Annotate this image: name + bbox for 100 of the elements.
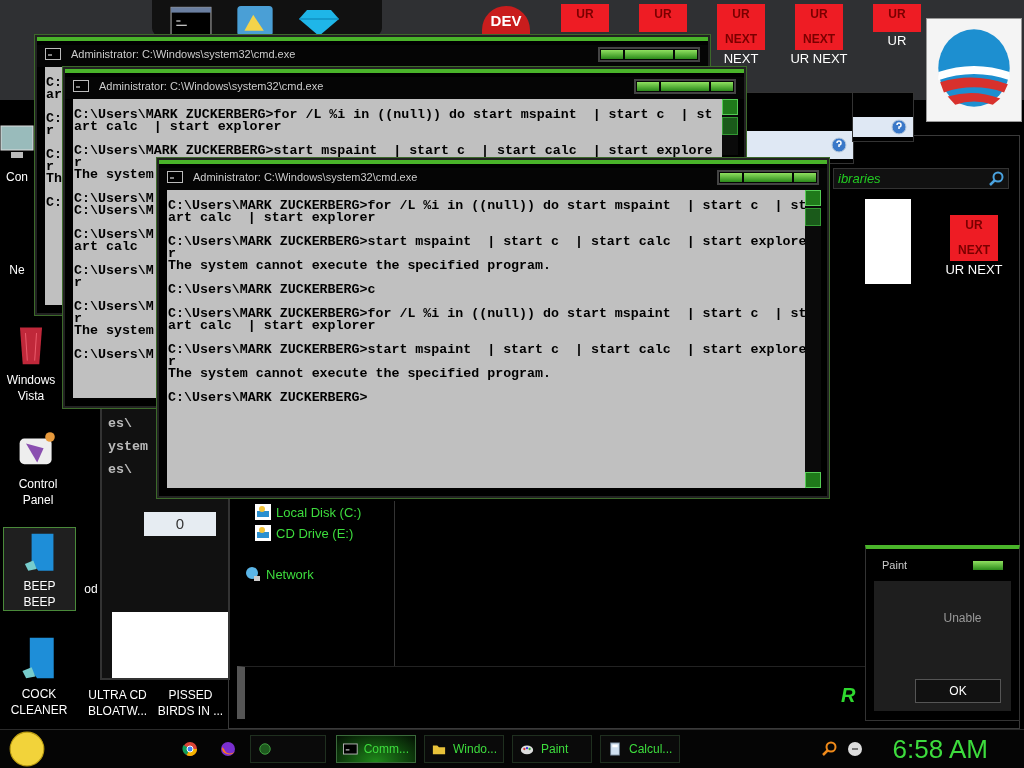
console-line: ar: [46, 89, 62, 101]
nav-item[interactable]: Local Disk (C:): [255, 504, 362, 520]
console-line: C:\Users\MARK ZUCKERBERG>: [168, 392, 368, 404]
console-line: art calc | start explorer: [168, 212, 376, 224]
icon-label: Vista: [17, 388, 45, 404]
console-line: art calc: [74, 241, 138, 253]
dialog-message: Unable: [943, 611, 982, 625]
console-line: C:\Users\M: [74, 193, 154, 205]
icon-label: Ne: [9, 262, 25, 278]
console-line: C:\Users\MARK ZUCKERBERG>for /L %i in ((null)) do start mspaint | start c | st: [168, 200, 805, 212]
console-line: C:\Users\MARK ZUCKERBERG>start mspaint | start c | start calc | start explore: [168, 236, 805, 248]
window-title: Administrator: C:\Windows\system32\cmd.exe: [99, 80, 325, 92]
console-line: C:: [46, 149, 62, 161]
console-line: The system cannot execute the specified program.: [168, 368, 551, 380]
scrollbar[interactable]: [805, 190, 821, 488]
start-button[interactable]: [8, 730, 46, 768]
tile-text: UR: [810, 7, 828, 21]
status-icon[interactable]: [846, 741, 863, 757]
clock[interactable]: 6:58 AM: [892, 733, 988, 765]
console-icon[interactable]: [170, 6, 212, 36]
tile-text: UR: [888, 7, 906, 21]
drive-icon: [255, 504, 271, 520]
browser-icon[interactable]: [220, 741, 236, 757]
nav-label: Local Disk (C:): [276, 504, 362, 520]
console-line: ystem: [108, 441, 149, 453]
icon-label: BEEP: [23, 594, 56, 610]
console-line: C:\Users\M: [74, 349, 154, 361]
search-field[interactable]: ibraries: [833, 168, 1009, 189]
close-button[interactable]: [711, 81, 733, 91]
nav-item[interactable]: CD Drive (E:): [255, 525, 362, 541]
desktop-icon[interactable]: COCK CLEANER: [0, 632, 78, 718]
scrollbar[interactable]: [722, 99, 738, 155]
scroll-thumb[interactable]: [805, 208, 821, 226]
desktop-icon[interactable]: Control Panel: [0, 422, 76, 508]
globe-icon: [245, 566, 261, 582]
search-icon[interactable]: [820, 741, 837, 757]
taskbar-button[interactable]: Comm...: [336, 735, 416, 763]
console-line: C:: [46, 77, 62, 89]
console-line: r: [168, 248, 176, 260]
help-icon[interactable]: [831, 137, 847, 153]
console-line: r: [74, 157, 82, 169]
tile-text: UR: [732, 7, 750, 21]
logo-badge[interactable]: DEV: [482, 6, 530, 34]
close-button[interactable]: [675, 49, 697, 59]
desktop-icon[interactable]: PISSED BIRDS IN ...: [153, 683, 228, 719]
orb-icon: [257, 742, 273, 756]
folder-icon[interactable]: [234, 6, 276, 36]
console-line: Th: [46, 173, 62, 185]
scroll-up-button[interactable]: [805, 190, 821, 206]
console-line: C:\Users\MARK ZUCKERBERG>c: [168, 284, 376, 296]
desktop-icon[interactable]: BEEP BEEP: [3, 527, 76, 611]
icon-label[interactable]: NEXT: [723, 51, 759, 66]
close-button[interactable]: [794, 172, 816, 182]
console-line: C:\Users\M: [74, 229, 154, 241]
maximize-button[interactable]: [744, 172, 792, 182]
desktop-icon[interactable]: Windows Vista: [0, 318, 62, 404]
console-line: r: [74, 313, 82, 325]
ok-button[interactable]: OK: [915, 679, 1001, 703]
console-line: C:\Users\M: [74, 301, 154, 313]
window-title: Paint: [882, 559, 908, 571]
nav-label: CD Drive (E:): [276, 525, 354, 541]
console-line: C:\Users\M: [74, 205, 154, 217]
desktop-icon[interactable]: ULTRA CD BLOATW...: [80, 683, 155, 719]
icon-label[interactable]: UR: [887, 33, 907, 48]
icon-label[interactable]: UR NEXT: [945, 262, 1003, 277]
tile-text: UR: [654, 7, 672, 21]
browser-icon[interactable]: [182, 741, 198, 757]
taskbar-button[interactable]: Paint: [512, 735, 592, 763]
help-icon[interactable]: [891, 119, 907, 135]
calculator-display: 0: [144, 512, 216, 536]
scroll-up-button[interactable]: [722, 99, 738, 115]
icon-label[interactable]: UR NEXT: [790, 51, 848, 66]
console-line: C:\Users\MARK ZUCKERBERG>for /L %i in ((null)) do start mspaint | start c | st: [168, 308, 805, 320]
icon-label: BEEP: [23, 578, 56, 594]
scroll-down-button[interactable]: [805, 472, 821, 488]
console-line: The system: [74, 169, 154, 181]
console-line: C:\Users\M: [74, 265, 154, 277]
desktop-icon[interactable]: Ne: [0, 258, 34, 278]
calculator-icon: [607, 742, 623, 756]
tile-text: NEXT: [725, 32, 757, 46]
taskbar-button[interactable]: Calcul...: [600, 735, 680, 763]
console-line: C:\Users\MARK ZUCKERBERG>for /L %i in ((null)) do start mspaint | start c | st: [74, 109, 713, 121]
console-line: The system: [74, 325, 154, 337]
console-line: C:\Users\MARK ZUCKERBERG>start mspaint | start c | start calc | start explore: [168, 344, 805, 356]
taskbar-button[interactable]: Windo...: [424, 735, 504, 763]
close-button[interactable]: [973, 560, 1003, 570]
nav-item[interactable]: Network: [245, 566, 362, 582]
console-line: C:\Users\MARK ZUCKERBERG>start mspaint | start c | start calc | start explore: [74, 145, 713, 157]
tile-text: UR: [965, 218, 983, 232]
maximize-button[interactable]: [661, 81, 709, 91]
search-icon[interactable]: [988, 170, 1004, 187]
scroll-thumb[interactable]: [722, 117, 738, 135]
icon-label: BLOATW...: [87, 703, 148, 719]
minimize-button[interactable]: [601, 49, 623, 59]
desktop-icon[interactable]: Con: [0, 115, 34, 185]
maximize-button[interactable]: [625, 49, 673, 59]
icon-label: ULTRA CD: [88, 687, 147, 703]
minimize-button[interactable]: [720, 172, 742, 182]
minimize-button[interactable]: [637, 81, 659, 91]
console-line: r: [46, 161, 54, 173]
